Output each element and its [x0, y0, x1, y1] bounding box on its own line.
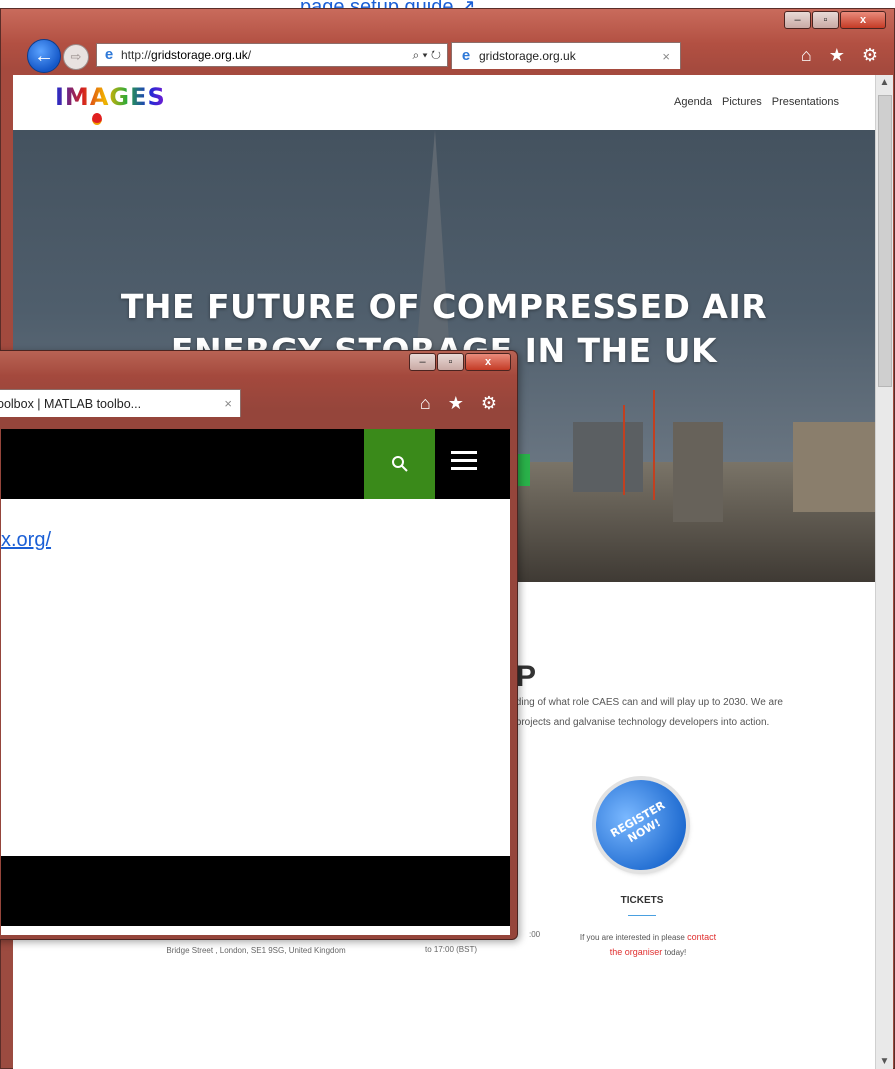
scroll-thumb[interactable] — [878, 95, 892, 387]
tab-title: oolbox | MATLAB toolbo... — [0, 396, 142, 411]
tab-close-icon[interactable]: × — [662, 49, 670, 64]
hamburger-menu-icon[interactable] — [451, 451, 477, 475]
page-viewport: x.org/ — [1, 429, 510, 935]
event-time: to 17:00 (BST) — [424, 945, 478, 954]
scroll-down-icon[interactable]: ▼ — [876, 1056, 893, 1067]
close-button[interactable]: x — [840, 11, 886, 29]
maximize-button[interactable]: ▫ — [437, 353, 464, 371]
building-image — [793, 422, 875, 512]
window-controls: – ▫ x — [783, 11, 886, 29]
navigation-bar: ← ⇨ e http://gridstorage.org.uk/ ⌕ ▾ ↻ e… — [1, 39, 895, 75]
venue-address: Bridge Street , London, SE1 9SG, United … — [166, 946, 346, 955]
vertical-scrollbar[interactable]: ▲ ▼ — [875, 75, 893, 1069]
back-button[interactable]: ← — [27, 39, 61, 73]
window-controls: – ▫ x — [408, 353, 511, 371]
minimize-button[interactable]: – — [409, 353, 436, 371]
ie-page-icon: e — [104, 46, 114, 63]
hero-title-line-1: THE FUTURE OF COMPRESSED AIR — [120, 287, 768, 326]
section-text: erstanding of what role CAES can and wil… — [488, 697, 783, 728]
close-button[interactable]: x — [465, 353, 511, 371]
tickets-text: If you are interested in please contact … — [579, 932, 717, 957]
scroll-up-icon[interactable]: ▲ — [876, 77, 893, 88]
forward-button[interactable]: ⇨ — [63, 44, 89, 70]
logo-drop-icon — [92, 113, 102, 125]
tickets-divider — [628, 915, 656, 916]
tab-matlab-toolbox[interactable]: oolbox | MATLAB toolbo... × — [0, 389, 241, 417]
site-nav: Agenda Pictures Presentations — [674, 96, 839, 108]
nav-pictures[interactable]: Pictures — [722, 96, 762, 108]
site-top-bar — [1, 429, 510, 499]
minimize-button[interactable]: – — [784, 11, 811, 29]
site-link[interactable]: x.org/ — [1, 529, 51, 552]
address-url[interactable]: http://gridstorage.org.uk/ — [121, 48, 371, 62]
back-arrow-icon: ← — [34, 44, 54, 67]
search-button[interactable] — [364, 429, 435, 499]
crane-image — [623, 405, 625, 495]
maximize-button[interactable]: ▫ — [812, 11, 839, 29]
site-footer-bar — [1, 856, 510, 926]
badge-text: REGISTER NOW! — [608, 798, 668, 846]
nav-agenda[interactable]: Agenda — [674, 96, 712, 108]
home-favorites-settings-icons[interactable]: ⌂ ★ ⚙ — [420, 393, 503, 414]
tickets-title: TICKETS — [620, 895, 664, 906]
nav-presentations[interactable]: Presentations — [772, 96, 839, 108]
home-favorites-settings-icons[interactable]: ⌂ ★ ⚙ — [801, 45, 884, 66]
search-icon — [391, 456, 408, 472]
tab-close-icon[interactable]: × — [224, 396, 232, 411]
building-image — [573, 422, 643, 492]
building-image — [673, 422, 723, 522]
event-time-fragment: :00 — [529, 930, 541, 939]
address-bar[interactable]: e http://gridstorage.org.uk/ ⌕ ▾ ↻ — [96, 43, 448, 67]
ie-tab-icon: e — [461, 47, 471, 64]
site-header: IMAGES Agenda Pictures Presentations — [13, 75, 875, 130]
tab-gridstorage[interactable]: e gridstorage.org.uk × — [451, 42, 681, 69]
forward-arrow-icon: ⇨ — [70, 49, 82, 64]
tab-title: gridstorage.org.uk — [479, 49, 576, 63]
crane-image — [653, 390, 655, 500]
register-now-badge[interactable]: REGISTER NOW! — [579, 763, 703, 887]
site-logo[interactable]: IMAGES — [55, 83, 166, 111]
browser-window-front: – ▫ x oolbox | MATLAB toolbo... × ⌂ ★ ⚙ … — [0, 350, 518, 940]
address-tools[interactable]: ⌕ ▾ ↻ — [371, 48, 447, 63]
